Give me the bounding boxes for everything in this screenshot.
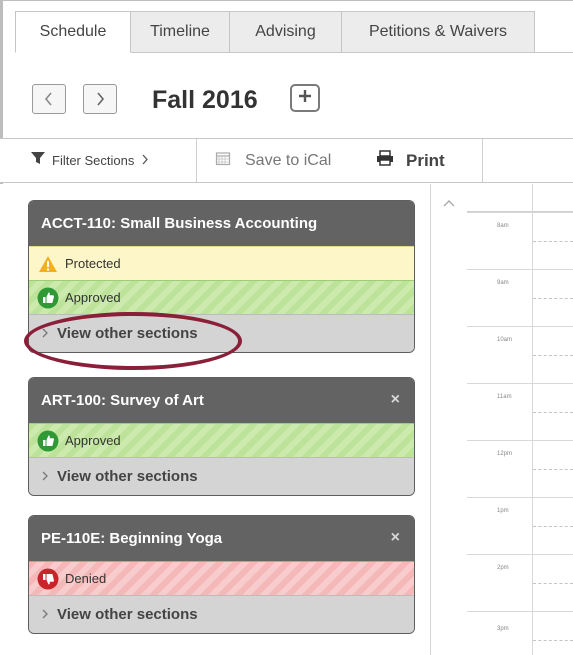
filter-icon bbox=[30, 151, 46, 170]
print-label: Print bbox=[406, 150, 445, 170]
save-to-ical-button[interactable]: Save to iCal bbox=[215, 139, 331, 182]
term-title: Fall 2016 bbox=[152, 86, 258, 114]
view-other-sections-link[interactable]: View other sections bbox=[29, 314, 414, 352]
course-card: ART-100: Survey of Art × Approved View o… bbox=[28, 377, 415, 496]
plus-icon bbox=[297, 88, 313, 109]
status-badge-approved: Approved bbox=[29, 280, 414, 314]
calendar-header bbox=[467, 184, 573, 212]
chevron-right-icon bbox=[95, 92, 105, 106]
printer-icon bbox=[376, 150, 394, 171]
half-hour-line bbox=[533, 355, 573, 356]
thumbs-up-icon bbox=[37, 287, 59, 309]
schedule-toolbar: Filter Sections Save to iCal Print bbox=[0, 138, 573, 183]
hour-row: 10am bbox=[467, 326, 573, 383]
status-label: Approved bbox=[65, 433, 121, 448]
hour-label: 10am bbox=[497, 337, 513, 343]
course-title[interactable]: ACCT-110: Small Business Accounting bbox=[29, 201, 414, 246]
half-hour-line bbox=[533, 412, 573, 413]
chevron-right-icon bbox=[42, 326, 49, 341]
status-badge-denied: Denied bbox=[29, 561, 414, 595]
half-hour-line bbox=[533, 469, 573, 470]
half-hour-line bbox=[533, 640, 573, 641]
course-title-text: PE-110E: Beginning Yoga bbox=[41, 530, 223, 547]
filter-sections-label: Filter Sections bbox=[52, 153, 135, 168]
chevron-right-icon bbox=[42, 469, 49, 484]
course-title[interactable]: ART-100: Survey of Art × bbox=[29, 378, 414, 423]
view-other-sections-label: View other sections bbox=[57, 325, 198, 342]
print-button[interactable]: Print bbox=[376, 139, 445, 182]
save-to-ical-label: Save to iCal bbox=[245, 151, 332, 169]
toolbar-divider bbox=[482, 139, 483, 182]
course-title[interactable]: PE-110E: Beginning Yoga × bbox=[29, 516, 414, 561]
course-card: ACCT-110: Small Business Accounting Prot… bbox=[28, 200, 415, 353]
hour-row: 12pm bbox=[467, 440, 573, 497]
thumbs-down-icon bbox=[37, 568, 59, 590]
half-hour-line bbox=[533, 241, 573, 242]
hour-row: 11am bbox=[467, 383, 573, 440]
hour-label: 2pm bbox=[497, 565, 509, 571]
calendar-icon bbox=[215, 150, 231, 171]
view-other-sections-link[interactable]: View other sections bbox=[29, 595, 414, 633]
hour-row: 8am bbox=[467, 212, 573, 269]
toolbar-divider bbox=[196, 139, 197, 182]
half-hour-line bbox=[533, 298, 573, 299]
status-label: Protected bbox=[65, 256, 121, 271]
remove-course-button[interactable]: × bbox=[391, 391, 400, 409]
status-label: Approved bbox=[65, 290, 121, 305]
course-title-text: ART-100: Survey of Art bbox=[41, 392, 204, 409]
hour-label: 3pm bbox=[497, 626, 509, 632]
filter-sections-button[interactable]: Filter Sections bbox=[30, 139, 149, 182]
tab-advising[interactable]: Advising bbox=[230, 11, 342, 53]
chevron-left-icon bbox=[44, 92, 54, 106]
chevron-right-icon bbox=[142, 152, 149, 170]
hour-row: 1pm bbox=[467, 497, 573, 554]
tab-divider bbox=[131, 52, 573, 53]
view-other-sections-link[interactable]: View other sections bbox=[29, 457, 414, 495]
status-label: Denied bbox=[65, 571, 107, 586]
add-term-button[interactable] bbox=[290, 84, 320, 112]
calendar-grid: 8am 9am 10am 11am 12pm 1pm 2pm 3pm bbox=[467, 184, 573, 655]
tab-petitions-waivers[interactable]: Petitions & Waivers bbox=[342, 11, 535, 53]
chevron-right-icon bbox=[42, 607, 49, 622]
hour-label: 11am bbox=[497, 394, 512, 400]
hour-row: 3pm bbox=[467, 611, 573, 655]
half-hour-line bbox=[533, 526, 573, 527]
hour-label: 8am bbox=[497, 223, 509, 229]
half-hour-line bbox=[533, 583, 573, 584]
previous-term-button[interactable] bbox=[32, 84, 66, 114]
hour-row: 9am bbox=[467, 269, 573, 326]
view-other-sections-label: View other sections bbox=[57, 468, 198, 485]
thumbs-up-icon bbox=[37, 430, 59, 452]
view-other-sections-label: View other sections bbox=[57, 606, 198, 623]
hour-label: 9am bbox=[497, 280, 509, 286]
status-badge-approved: Approved bbox=[29, 423, 414, 457]
hour-label: 12pm bbox=[497, 451, 513, 457]
hour-row: 2pm bbox=[467, 554, 573, 611]
warning-icon bbox=[37, 253, 59, 275]
next-term-button[interactable] bbox=[83, 84, 117, 114]
status-badge-protected: Protected bbox=[29, 246, 414, 280]
tab-timeline[interactable]: Timeline bbox=[131, 11, 230, 53]
remove-course-button[interactable]: × bbox=[391, 529, 400, 547]
course-list-scrollbar[interactable] bbox=[430, 184, 467, 655]
chevron-up-icon[interactable] bbox=[443, 194, 455, 212]
tab-bar: Schedule Timeline Advising Petitions & W… bbox=[15, 11, 535, 53]
hour-label: 1pm bbox=[497, 508, 509, 514]
tab-schedule[interactable]: Schedule bbox=[15, 11, 131, 53]
course-title-text: ACCT-110: Small Business Accounting bbox=[41, 215, 318, 232]
course-card: PE-110E: Beginning Yoga × Denied View ot… bbox=[28, 515, 415, 634]
